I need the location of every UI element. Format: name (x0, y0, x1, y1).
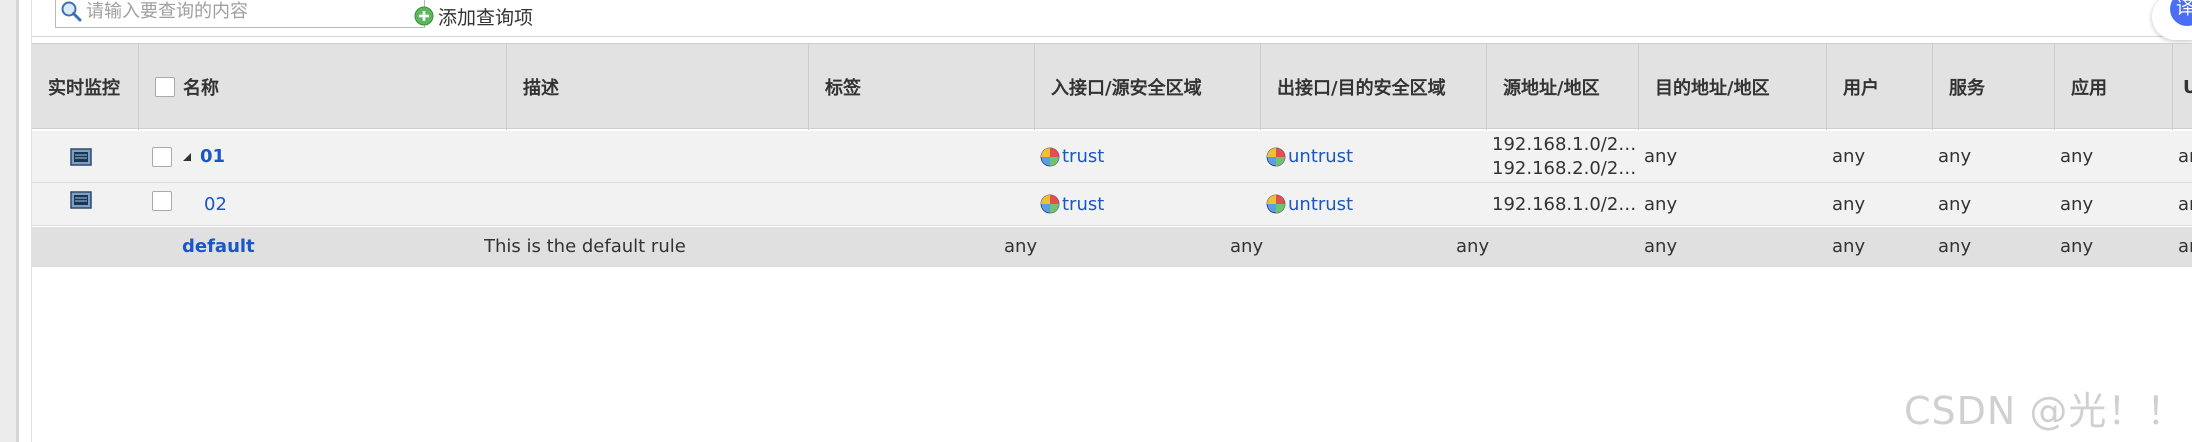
src-addr-cell: 192.168.1.0/2… (1492, 193, 1637, 215)
add-query-button[interactable]: 添加查询项 (414, 2, 533, 30)
add-circle-icon (414, 6, 434, 26)
security-zone-icon (1266, 194, 1286, 214)
column-header-monitor[interactable]: 实时监控 (32, 44, 138, 130)
column-label: 用户 (1843, 78, 1879, 99)
ingress-cell: trust (1040, 131, 1260, 182)
ingress-zone-link[interactable]: trust (1062, 146, 1104, 167)
dst-addr-cell: any (1644, 193, 1678, 215)
egress-zone-link[interactable]: untrust (1288, 146, 1353, 167)
security-zone-icon (1266, 147, 1286, 166)
application-cell: any (2060, 146, 2094, 167)
url-cell: ar (2178, 236, 2192, 257)
watermark: CSDN @光！！ (1904, 389, 2186, 433)
add-query-label: 添加查询项 (438, 6, 534, 29)
egress-cell: untrust (1266, 131, 1486, 182)
service-cell: any (1938, 236, 1972, 257)
table-row[interactable]: 02 trust untrust 192.168.1.0/2… any any … (32, 183, 2192, 226)
search-input[interactable] (86, 0, 416, 25)
column-label: 标签 (825, 78, 861, 99)
egress-cell: untrust (1266, 183, 1486, 225)
src-addr-cell: any (1456, 236, 1490, 257)
left-panel-edge (0, 0, 19, 442)
dst-addr-cell: any (1644, 146, 1678, 167)
description-cell: This is the default rule (484, 236, 686, 257)
column-label: 实时监控 (48, 78, 120, 99)
column-label: 源地址/地区 (1503, 78, 1600, 99)
search-icon (61, 1, 82, 22)
column-label: 服务 (1949, 78, 1985, 99)
user-cell: any (1832, 236, 1866, 257)
column-label: 描述 (523, 78, 559, 99)
column-header-service[interactable]: 服务 (1932, 44, 2054, 130)
name-cell: 02 (204, 183, 484, 225)
collapse-triangle-icon[interactable] (182, 152, 192, 162)
table-row[interactable]: default This is the default rule any any… (32, 227, 2192, 267)
name-cell: default (182, 227, 482, 266)
ingress-cell: trust (1040, 183, 1260, 225)
user-cell: any (1832, 146, 1866, 167)
query-toolbar: 添加查询项 (32, 0, 2192, 37)
rule-name-link[interactable]: 02 (204, 194, 227, 215)
column-header-user[interactable]: 用户 (1826, 44, 1932, 130)
url-cell: ar (2178, 193, 2192, 215)
left-panel-gap (19, 0, 32, 442)
security-zone-icon (1040, 194, 1060, 214)
monitor-cell[interactable] (70, 131, 100, 182)
application-cell: any (2060, 193, 2094, 215)
column-header-egress[interactable]: 出接口/目的安全区域 (1260, 44, 1486, 130)
rule-name-link[interactable]: default (182, 236, 255, 257)
table-row[interactable]: 01 trust untrust 192.168.1.0/2… 192.168.… (32, 131, 2192, 183)
row-checkbox[interactable] (152, 183, 174, 225)
egress-zone-link[interactable]: untrust (1288, 194, 1353, 215)
column-label: 应用 (2071, 78, 2107, 99)
column-label: U (2183, 76, 2192, 98)
checkbox[interactable] (152, 191, 172, 211)
dst-addr-cell: any (1644, 236, 1678, 257)
translate-icon: 译 (2170, 0, 2192, 26)
security-zone-icon (1040, 147, 1060, 166)
ingress-zone-link[interactable]: trust (1062, 194, 1104, 215)
src-addr-value: 192.168.1.0/2… (1492, 133, 1637, 155)
row-checkbox[interactable] (152, 131, 174, 182)
column-label: 目的地址/地区 (1655, 78, 1770, 99)
column-header-tag[interactable]: 标签 (808, 44, 1034, 130)
select-all-checkbox[interactable] (155, 77, 175, 97)
column-label: 入接口/源安全区域 (1051, 78, 1202, 99)
monitor-icon (70, 191, 92, 209)
application-cell: any (2060, 236, 2094, 257)
user-cell: any (1832, 193, 1866, 215)
column-header-ingress[interactable]: 入接口/源安全区域 (1034, 44, 1260, 130)
src-addr-value: 192.168.2.0/2… (1492, 157, 1637, 179)
column-header-description[interactable]: 描述 (506, 44, 808, 130)
column-label: 名称 (183, 78, 219, 99)
monitor-icon (70, 147, 92, 166)
column-header-dst-addr[interactable]: 目的地址/地区 (1638, 44, 1826, 130)
egress-cell: any (1230, 236, 1264, 257)
checkbox[interactable] (152, 146, 172, 167)
column-header-url[interactable]: U (2172, 44, 2192, 130)
service-cell: any (1938, 193, 1972, 215)
column-header-name[interactable]: 名称 (138, 44, 506, 130)
url-cell: ar (2178, 146, 2192, 167)
service-cell: any (1938, 146, 1972, 167)
src-addr-cell: 192.168.1.0/2… 192.168.2.0/2… (1492, 131, 1638, 182)
rule-name-link[interactable]: 01 (200, 146, 225, 167)
ingress-cell: any (1004, 236, 1038, 257)
table-header: 实时监控 名称 描述 标签 入接口/源安全区域 出接口/目的安全区域 源地址/地… (32, 43, 2192, 130)
monitor-cell[interactable] (70, 183, 100, 225)
column-header-src-addr[interactable]: 源地址/地区 (1486, 44, 1638, 130)
column-label: 出接口/目的安全区域 (1277, 78, 1446, 99)
name-cell: 01 (182, 131, 482, 182)
search-box[interactable] (55, 0, 425, 28)
